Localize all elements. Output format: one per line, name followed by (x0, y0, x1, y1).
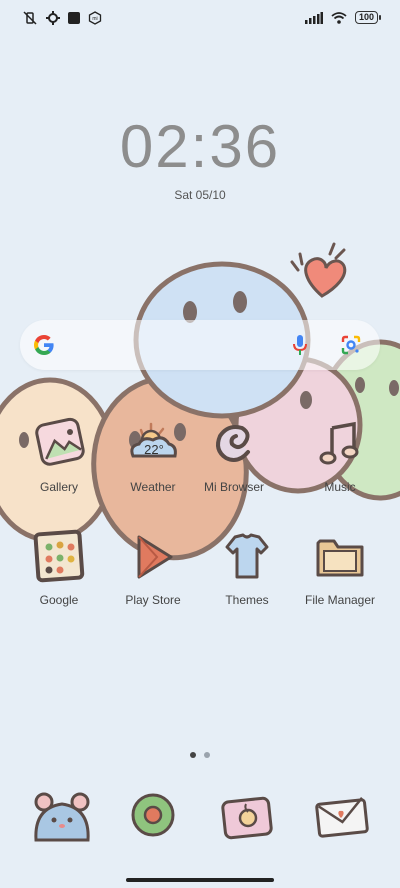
clock-time[interactable]: 02:36 (0, 112, 400, 181)
weather-icon: 22° (123, 414, 183, 474)
status-left-icons: mi (22, 11, 102, 25)
clock-date[interactable]: Sat 05/10 (0, 188, 400, 202)
weather-temp: 22° (144, 442, 164, 457)
dock-messages[interactable] (122, 788, 186, 852)
app-google-folder[interactable]: Google (11, 527, 107, 607)
microphone-icon[interactable] (292, 333, 308, 357)
app-label: Play Store (125, 593, 181, 607)
page-dot-active[interactable] (190, 752, 196, 758)
dock-phone[interactable] (30, 788, 94, 852)
battery-icon: 100 (354, 11, 382, 24)
messages-icon (131, 793, 175, 837)
signal-icon (304, 11, 323, 24)
navigation-handle[interactable] (126, 878, 274, 882)
app-label: Music (324, 480, 356, 494)
app-file-manager[interactable]: File Manager (292, 527, 388, 607)
wifi-icon (331, 11, 347, 24)
page-dot[interactable] (204, 752, 210, 758)
file-manager-icon (310, 527, 370, 587)
app-label: Mi Browser (203, 480, 264, 494)
dock-mail[interactable] (310, 788, 374, 852)
themes-icon (217, 527, 277, 587)
status-bar: mi 100 (0, 0, 400, 38)
app-label: Themes (225, 593, 269, 607)
camera-icon (221, 796, 273, 840)
gallery-icon (29, 414, 89, 474)
app-label: Google (39, 593, 79, 607)
app-mi-browser[interactable]: Mi Browser (186, 414, 282, 494)
app-play-store[interactable]: Play Store (105, 527, 201, 607)
mi-icon: mi (88, 11, 102, 25)
app-gallery[interactable]: Gallery (11, 414, 107, 494)
mute-vibrate-icon (23, 11, 37, 25)
app-themes[interactable]: Themes (199, 527, 295, 607)
app-label: Gallery (39, 480, 78, 494)
google-g-icon (34, 335, 54, 355)
app-music[interactable]: Music (292, 414, 388, 494)
browser-icon (204, 414, 264, 474)
svg-text:mi: mi (92, 16, 97, 22)
settings-icon (46, 11, 60, 25)
square-app-icon (68, 12, 80, 24)
music-icon (310, 414, 370, 474)
google-folder-icon (29, 527, 89, 587)
dock-camera[interactable] (216, 788, 280, 852)
play-store-icon (123, 527, 183, 587)
google-lens-icon[interactable] (340, 334, 362, 356)
google-search-bar[interactable] (20, 320, 380, 370)
status-right-icons: 100 (304, 11, 382, 24)
phone-mouse-icon (34, 792, 90, 842)
app-label: File Manager (304, 593, 376, 607)
mail-icon (315, 797, 369, 838)
